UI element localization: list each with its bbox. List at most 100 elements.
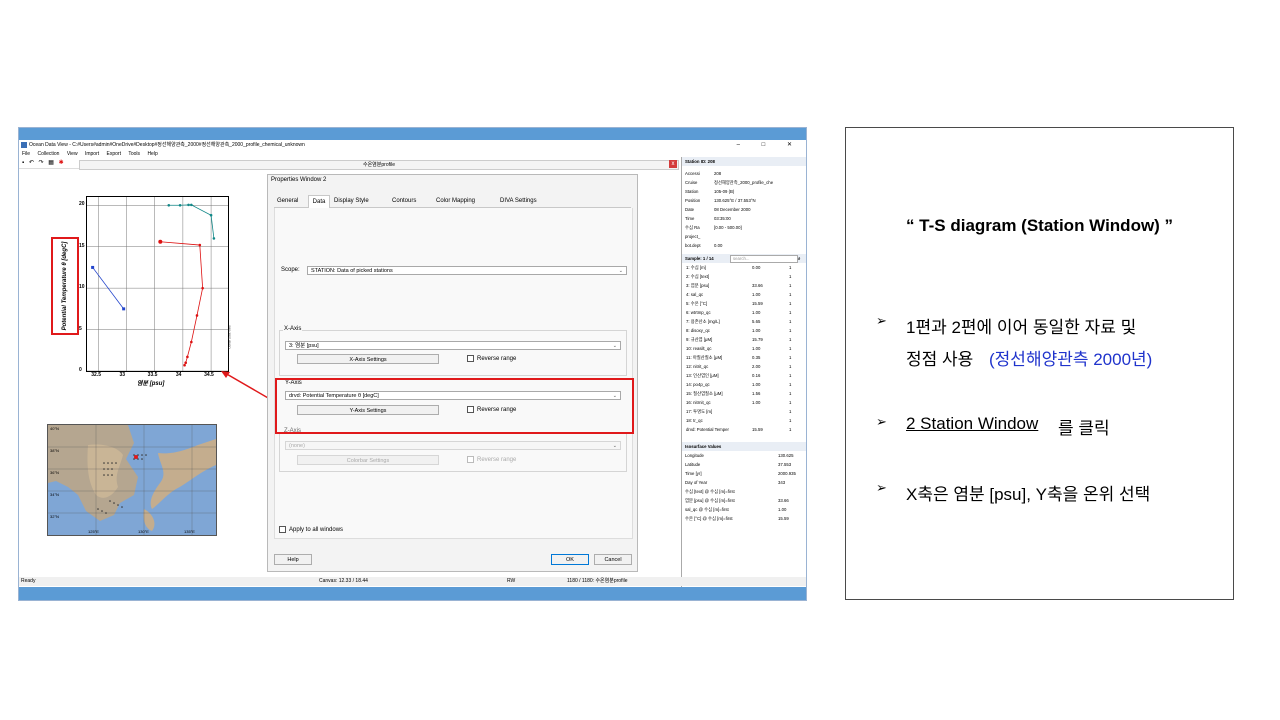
checkbox-box <box>467 355 474 362</box>
odv-title-bar: Ocean Data View - C:#Users#admin#OneDriv… <box>19 140 806 150</box>
menu-view[interactable]: View <box>67 151 78 157</box>
undo-icon[interactable]: ↶ <box>29 160 34 166</box>
map-lat-label: 32°N <box>50 514 59 519</box>
tab-color-mapping[interactable]: Color Mapping <box>436 195 490 207</box>
properties-tabs: General Data Display Style Contours Colo… <box>274 195 631 208</box>
x-reverse-range-checkbox[interactable]: Reverse range <box>467 355 516 362</box>
sample-row[interactable]: 4: sal_qc 1.00 1 <box>682 290 806 299</box>
sample-row[interactable]: 13: 인산염인 [μM] 0.16 1 <box>682 371 806 380</box>
ok-button[interactable]: OK <box>551 554 589 565</box>
menu-collection[interactable]: Collection <box>37 151 59 157</box>
data-point <box>178 203 182 207</box>
data-point <box>158 239 163 244</box>
document-close-button[interactable]: x <box>669 160 677 168</box>
menu-export[interactable]: Export <box>107 151 121 157</box>
sample-row[interactable]: 17: 투명도 [m] 1 <box>682 407 806 416</box>
sample-value: 15.59 <box>752 301 763 306</box>
sample-key: 9: 규산염 [μM] <box>686 337 713 342</box>
map-lat-label: 40°N <box>50 426 59 431</box>
sample-row[interactable]: 6: wtrtmp_qc 1.00 1 <box>682 308 806 317</box>
scope-select[interactable]: STATION: Data of picked stations ⌄ <box>307 266 627 275</box>
sample-row[interactable]: 9: 규산염 [μM] 15.79 1 <box>682 335 806 344</box>
station-meta-row: Time 03:35:00 <box>682 214 806 223</box>
data-tab-panel: Scope: STATION: Data of picked stations … <box>274 208 633 539</box>
sample-row[interactable]: 16: nitrnit_qc 1.00 1 <box>682 398 806 407</box>
z-axis-select[interactable]: (none) ⌄ <box>285 441 621 450</box>
tab-data[interactable]: Data <box>308 195 330 208</box>
x-tick-label: 33.5 <box>147 372 158 378</box>
sample-key: 17: 투명도 [m] <box>686 409 713 414</box>
sample-key: 4: sal_qc <box>686 292 704 297</box>
station-map[interactable]: 40°N 38°N 36°N 34°N 32°N 125°E 130°E 135… <box>47 424 217 536</box>
data-point <box>167 203 171 207</box>
grid-icon[interactable]: ▦ <box>48 160 54 166</box>
station-meta-row: bot.dept 0.00 <box>682 241 806 250</box>
isosurface-header: Isosurface Values <box>682 442 806 451</box>
sample-row[interactable]: 7: 용존산소 [mg/L] 5.65 1 <box>682 317 806 326</box>
window-controls[interactable]: – □ ✕ <box>737 140 802 150</box>
help-button[interactable]: Help <box>274 554 312 565</box>
station-meta-row: Position 130.625°E / 37.553°N <box>682 196 806 205</box>
tab-general[interactable]: General <box>277 195 307 207</box>
tab-display-style[interactable]: Display Style <box>334 195 382 207</box>
meta-value: 정선해양관측_2000_profile_che <box>714 180 774 185</box>
new-icon[interactable]: ▪ <box>22 160 24 166</box>
sample-row[interactable]: 8: disoxy_qc 1.00 1 <box>682 326 806 335</box>
series-line <box>160 241 204 366</box>
tab-contours[interactable]: Contours <box>392 195 426 207</box>
sample-value: 1.56 <box>752 391 761 396</box>
chart-svg <box>87 197 228 371</box>
search-icon[interactable]: ⌕ <box>798 254 800 263</box>
sample-row[interactable]: 2: 수심 [text] 1 <box>682 272 806 281</box>
station-search-input[interactable]: search... <box>730 255 798 263</box>
menu-file[interactable]: File <box>22 151 30 157</box>
sample-key: 18: tr_qc <box>686 418 703 423</box>
slide-title: “ T-S diagram (Station Window) ” <box>905 216 1174 235</box>
apply-all-checkbox[interactable]: Apply to all windows <box>279 526 343 533</box>
menu-import[interactable]: Import <box>85 151 99 157</box>
sample-row[interactable]: 3: 염분 [psu] 33.66 1 <box>682 281 806 290</box>
x-axis-value: 3: 염분 [psu] <box>289 343 319 349</box>
meta-key: Accessi <box>685 171 700 176</box>
isosurface-row: Time [yr] 2000.935 <box>682 469 806 478</box>
crab-icon[interactable]: ✱ <box>59 160 64 166</box>
sample-count: 1 <box>789 265 792 270</box>
tab-diva-settings[interactable]: DIVA Settings <box>500 195 548 207</box>
map-lat-label: 34°N <box>50 492 59 497</box>
menu-help[interactable]: Help <box>147 151 157 157</box>
sample-row[interactable]: 18: tr_qc 1 <box>682 416 806 425</box>
sample-key: 13: 인산염인 [μM] <box>686 373 719 378</box>
ts-chart[interactable]: Potential Temperature θ [degC] 염분 [psu] … <box>37 190 232 387</box>
sample-row[interactable]: 12: nitrit_qc 2.00 1 <box>682 362 806 371</box>
x-axis-select[interactable]: 3: 염분 [psu] ⌄ <box>285 341 621 350</box>
sample-row[interactable]: 15: 질산염질소 [μM] 1.56 1 <box>682 389 806 398</box>
checkbox-box <box>279 526 286 533</box>
sample-row[interactable]: drvd: Potential Temper 15.59 1 <box>682 425 806 434</box>
y-tick-label: 15 <box>79 242 85 249</box>
data-point <box>190 203 193 207</box>
station-meta-row: Station 105-09 (B) <box>682 187 806 196</box>
chart-plot-area <box>86 196 229 372</box>
station-header: Station ID: 208 <box>682 157 806 166</box>
iso-value: 2000.935 <box>778 471 796 476</box>
sample-row[interactable]: 14: po4p_qc 1.00 1 <box>682 380 806 389</box>
cancel-button[interactable]: Cancel <box>594 554 632 565</box>
redo-icon[interactable]: ↷ <box>39 160 44 166</box>
x-tick-label: 32.5 <box>91 372 101 378</box>
isosurface-row: 염분 [psu] @ 수심 [m]=first 33.66 <box>682 496 806 505</box>
z-reverse-range-checkbox[interactable]: Reverse range <box>467 456 516 463</box>
sample-value: 15.79 <box>752 337 763 342</box>
isosurface-row: Longitude 130.625 <box>682 451 806 460</box>
iso-key: Day of Year <box>685 480 708 485</box>
sample-row[interactable]: 1: 수심 [m] 0.00 1 <box>682 263 806 272</box>
colorbar-settings-button[interactable]: Colorbar Settings <box>297 455 439 465</box>
sample-row[interactable]: 11: 아질산질소 [μM] 0.35 1 <box>682 353 806 362</box>
meta-value: 130.625°E / 37.553°N <box>714 198 756 203</box>
meta-key: Cruise <box>685 180 698 185</box>
menu-tools[interactable]: Tools <box>128 151 140 157</box>
sample-value: 15.59 <box>752 427 763 432</box>
meta-value: 08 December 2000 <box>714 207 751 212</box>
x-axis-settings-button[interactable]: X-Axis Settings <box>297 354 439 364</box>
sample-row[interactable]: 10: reasilt_qc 1.00 1 <box>682 344 806 353</box>
sample-row[interactable]: 5: 수온 [°C] 15.59 1 <box>682 299 806 308</box>
